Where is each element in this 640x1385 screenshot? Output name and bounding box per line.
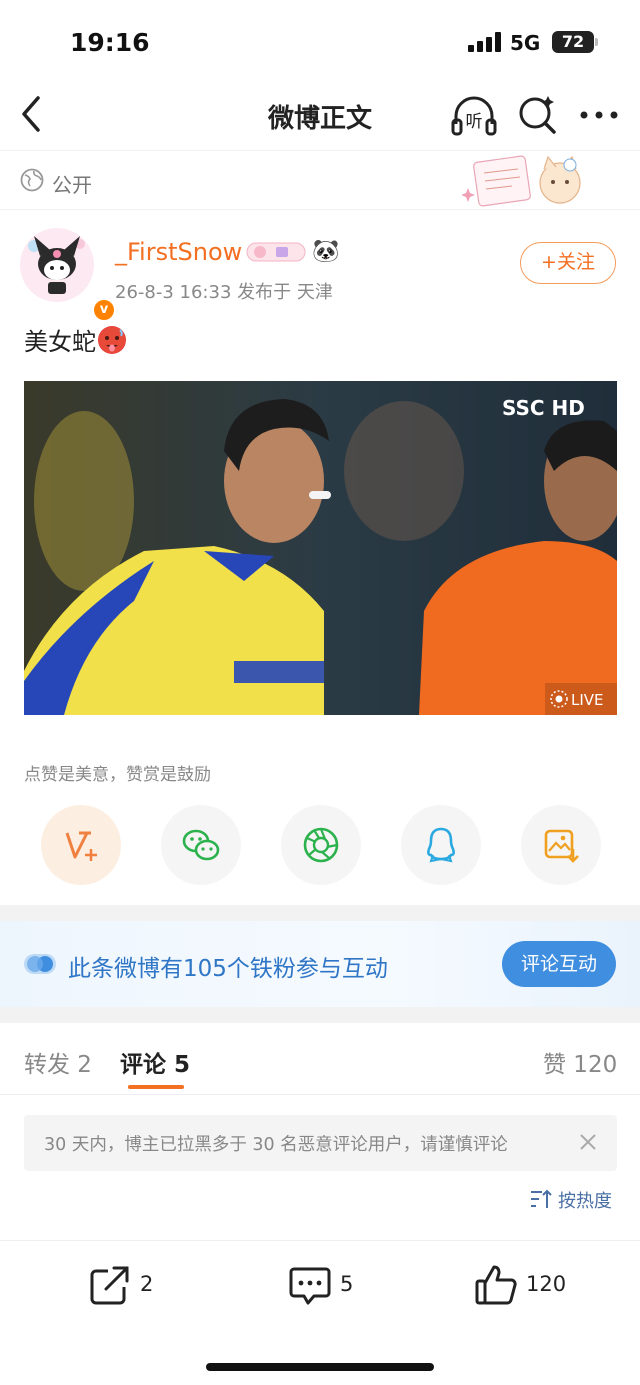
avatar[interactable]: v: [20, 228, 116, 322]
nav-bar: 微博正文 听: [0, 80, 640, 150]
tab-repost[interactable]: 转发 2: [24, 1045, 92, 1079]
listen-headphones-icon[interactable]: 听: [450, 94, 498, 138]
visibility-row: 公开: [0, 150, 640, 210]
sort-by-hot-button[interactable]: 按热度: [530, 1186, 620, 1214]
save-image-button[interactable]: [521, 805, 601, 885]
sort-icon: [531, 1189, 552, 1208]
follow-button[interactable]: +关注: [520, 242, 616, 284]
visibility-label: 公开: [52, 173, 92, 197]
post-meta: 26-8-3 16:33 发布于 天津: [115, 282, 333, 303]
close-icon[interactable]: [578, 1132, 598, 1152]
repost-icon: [90, 1266, 129, 1305]
post-text-content: 美女蛇: [24, 328, 96, 356]
share-wechat-button[interactable]: [161, 805, 241, 885]
comment-button[interactable]: 5: [288, 1263, 408, 1309]
live-photo-badge: LIVE: [545, 683, 617, 715]
fan-interaction-icon: [24, 954, 56, 974]
live-label: LIVE: [571, 691, 604, 709]
username[interactable]: _FirstSnow: [115, 238, 242, 266]
status-bar: 19:16 5G 72: [0, 0, 640, 80]
video-frame-image: SSC HD: [24, 381, 617, 715]
cellular-signal-icon: [468, 32, 501, 52]
qq-icon: [427, 827, 455, 863]
listen-label: 听: [466, 112, 483, 132]
reward-icon: [65, 831, 97, 861]
sort-label: 按热度: [558, 1191, 612, 1212]
reward-button[interactable]: [41, 805, 121, 885]
wechat-icon: [182, 829, 220, 861]
post-header: v _FirstSnow 🐼 26-8-3 16:33 发布于 天津 +关注: [0, 210, 640, 322]
more-options-icon[interactable]: [578, 102, 620, 128]
repost-button[interactable]: 2: [88, 1263, 208, 1309]
comment-interaction-button[interactable]: 评论互动: [502, 941, 616, 987]
video-player[interactable]: SSC HD LIVE: [24, 381, 617, 715]
like-button[interactable]: 120: [474, 1263, 594, 1309]
globe-icon: [20, 168, 44, 192]
comment-icon: [289, 1267, 331, 1305]
kuromi-avatar-image: [21, 229, 93, 301]
bottom-action-bar: 2 5 120: [0, 1240, 640, 1330]
moments-icon: [303, 827, 339, 863]
comment-notice: 30 天内，博主已拉黑多于 30 名恶意评论用户，请谨慎评论: [24, 1115, 617, 1171]
battery-icon: 72: [552, 31, 594, 53]
tab-comments[interactable]: 评论 5: [120, 1045, 190, 1079]
search-icon[interactable]: [516, 94, 558, 136]
video-watermark: SSC HD: [502, 396, 585, 420]
status-time: 19:16: [70, 28, 150, 57]
share-row: [0, 805, 640, 885]
reward-hint: 点赞是美意，赞赏是鼓励: [24, 765, 211, 785]
battery-nub: [595, 38, 598, 46]
notice-text: 30 天内，博主已拉黑多于 30 名恶意评论用户，请谨慎评论: [44, 1135, 508, 1155]
repost-count: 2: [140, 1272, 154, 1296]
share-qq-button[interactable]: [401, 805, 481, 885]
back-arrow-icon[interactable]: [14, 94, 50, 134]
interaction-text: 此条微博有105个铁粉参与互动: [68, 956, 388, 982]
section-divider: [0, 905, 640, 921]
post-text: 美女蛇: [24, 322, 126, 357]
thumbs-up-icon: [475, 1265, 517, 1305]
interaction-banner[interactable]: 此条微博有105个铁粉参与互动 评论互动: [0, 921, 640, 1007]
tab-likes[interactable]: 赞 120: [543, 1045, 617, 1079]
save-image-icon: [544, 829, 579, 863]
fan-badge-icon: [246, 242, 306, 262]
panda-emoji-icon: 🐼: [312, 239, 340, 264]
home-indicator[interactable]: [206, 1363, 434, 1371]
comment-count: 5: [340, 1272, 354, 1296]
hot-face-emoji-icon: [98, 326, 126, 354]
like-count: 120: [526, 1272, 567, 1296]
active-tab-indicator: [128, 1085, 184, 1089]
share-moments-button[interactable]: [281, 805, 361, 885]
section-divider: [0, 1007, 640, 1023]
verified-badge-icon: v: [92, 298, 116, 322]
network-type: 5G: [510, 31, 541, 55]
cat-sticker-decoration: [462, 155, 581, 207]
post-tabs: 转发 2 评论 5 赞 120: [0, 1023, 640, 1095]
